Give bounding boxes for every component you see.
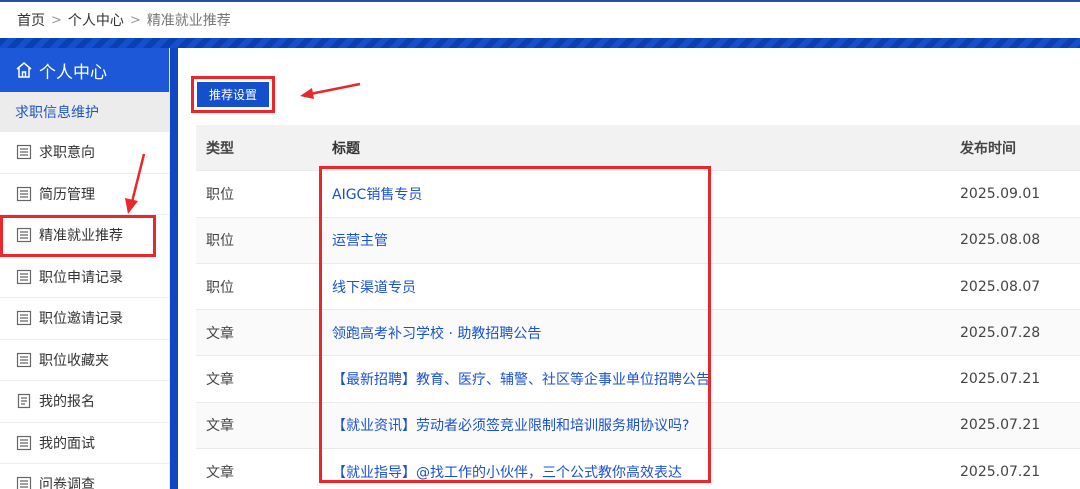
row-date: 2025.08.07 xyxy=(960,278,1041,295)
document-icon xyxy=(16,269,32,284)
home-icon xyxy=(16,62,32,78)
clipboard-icon xyxy=(17,394,31,409)
sidebar-divider xyxy=(170,48,178,489)
table-header-row: 类型 标题 发布时间 xyxy=(196,125,1080,172)
sidebar-item-favorites[interactable]: 职位收藏夹 xyxy=(0,340,169,381)
row-type: 文章 xyxy=(206,418,234,435)
sidebar-item-resume[interactable]: 简历管理 xyxy=(0,174,169,215)
sidebar-item-job-intention[interactable]: 求职意向 xyxy=(0,132,169,174)
recommend-settings-button[interactable]: 推荐设置 xyxy=(197,82,269,107)
sidebar-section-label: 求职信息维护 xyxy=(0,92,169,132)
breadcrumb-home[interactable]: 首页 xyxy=(17,10,45,30)
recommendation-table: 类型 标题 发布时间 职位 AIGC销售专员 2025.09.01 职位 运营主… xyxy=(196,125,1080,489)
row-title-link[interactable]: 【最新招聘】教育、医疗、辅警、社区等企事业单位招聘公告 xyxy=(332,369,960,389)
sidebar-title: 个人中心 xyxy=(39,62,107,83)
chevron-right-icon: > xyxy=(129,12,141,28)
sidebar-item-label: 我的报名 xyxy=(39,394,95,411)
row-date: 2025.09.01 xyxy=(960,185,1041,202)
row-type: 职位 xyxy=(206,279,234,296)
document-icon xyxy=(16,228,32,243)
document-icon xyxy=(16,186,32,201)
sidebar-item-label: 职位邀请记录 xyxy=(39,311,123,328)
document-icon xyxy=(16,477,32,489)
row-date: 2025.07.28 xyxy=(960,324,1041,341)
header-title: 标题 xyxy=(332,140,360,157)
table-row: 文章 【就业资讯】劳动者必须签竞业限制和培训服务期协议吗? 2025.07.21 xyxy=(196,402,1080,450)
row-title-link[interactable]: 线下渠道专员 xyxy=(332,277,960,297)
row-type: 职位 xyxy=(206,186,234,203)
row-title-link[interactable]: 运营主管 xyxy=(332,230,960,250)
row-date: 2025.08.08 xyxy=(960,232,1041,249)
table-row: 职位 线下渠道专员 2025.08.07 xyxy=(196,264,1080,311)
sidebar-item-precise-recommendation[interactable]: 精准就业推荐 xyxy=(0,215,156,257)
row-type: 文章 xyxy=(206,325,234,342)
sidebar-item-label: 求职意向 xyxy=(39,145,95,162)
sidebar-item-label: 简历管理 xyxy=(39,186,95,203)
row-type: 职位 xyxy=(206,233,234,250)
sidebar-item-application-records[interactable]: 职位申请记录 xyxy=(0,257,169,298)
chevron-right-icon: > xyxy=(51,12,62,28)
breadcrumb-current: 精准就业推荐 xyxy=(146,13,231,29)
row-title-link[interactable]: 领跑高考补习学校 · 助教招聘公告 xyxy=(332,323,960,343)
document-icon xyxy=(16,435,32,450)
row-title-link[interactable]: AIGC销售专员 xyxy=(332,184,960,204)
row-date: 2025.07.21 xyxy=(960,417,1041,434)
row-date: 2025.07.21 xyxy=(960,371,1041,388)
sidebar-item-label: 精准就业推荐 xyxy=(39,228,123,245)
document-icon xyxy=(16,145,32,160)
recommend-settings-highlight: 推荐设置 xyxy=(191,76,275,113)
row-date: 2025.07.21 xyxy=(960,463,1041,480)
table-row: 职位 运营主管 2025.08.08 xyxy=(196,217,1080,264)
table-row: 文章 【最新招聘】教育、医疗、辅警、社区等企事业单位招聘公告 2025.07.2… xyxy=(196,356,1080,403)
header-date: 发布时间 xyxy=(960,140,1016,157)
sidebar-item-label: 问卷调查 xyxy=(39,477,95,489)
header-type: 类型 xyxy=(206,140,234,157)
sidebar-item-label: 职位收藏夹 xyxy=(39,352,109,369)
sidebar-header: 个人中心 xyxy=(0,48,169,92)
header-banner xyxy=(0,38,1080,48)
table-row: 职位 AIGC销售专员 2025.09.01 xyxy=(196,171,1080,218)
document-icon xyxy=(16,352,32,367)
table-row: 文章 领跑高考补习学校 · 助教招聘公告 2025.07.28 xyxy=(196,310,1080,357)
breadcrumb-center[interactable]: 个人中心 xyxy=(68,10,124,30)
sidebar-item-label: 职位申请记录 xyxy=(39,269,123,286)
sidebar-item-invitation-records[interactable]: 职位邀请记录 xyxy=(0,298,169,340)
sidebar: 个人中心 求职信息维护 求职意向 简历管理 精准就业推荐 职位申请记录 职位邀请… xyxy=(0,48,170,489)
breadcrumb: 首页 > 个人中心 > 精准就业推荐 xyxy=(0,2,1080,38)
row-type: 文章 xyxy=(206,464,234,481)
document-icon xyxy=(16,311,32,326)
table-row: 文章 【就业指导】@找工作的小伙伴，三个公式教你高效表达 2025.07.21 xyxy=(196,449,1080,489)
sidebar-item-my-interviews[interactable]: 我的面试 xyxy=(0,423,169,464)
row-title-link[interactable]: 【就业指导】@找工作的小伙伴，三个公式教你高效表达 xyxy=(332,462,960,482)
row-type: 文章 xyxy=(206,372,234,389)
row-title-link[interactable]: 【就业资讯】劳动者必须签竞业限制和培训服务期协议吗? xyxy=(332,415,960,435)
sidebar-item-label: 我的面试 xyxy=(39,435,95,452)
main-content: 推荐设置 类型 标题 发布时间 职位 AIGC销售专员 2025.09.01 职… xyxy=(178,48,1080,489)
sidebar-item-survey[interactable]: 问卷调查 xyxy=(0,464,169,489)
sidebar-item-my-registrations[interactable]: 我的报名 xyxy=(0,381,169,423)
